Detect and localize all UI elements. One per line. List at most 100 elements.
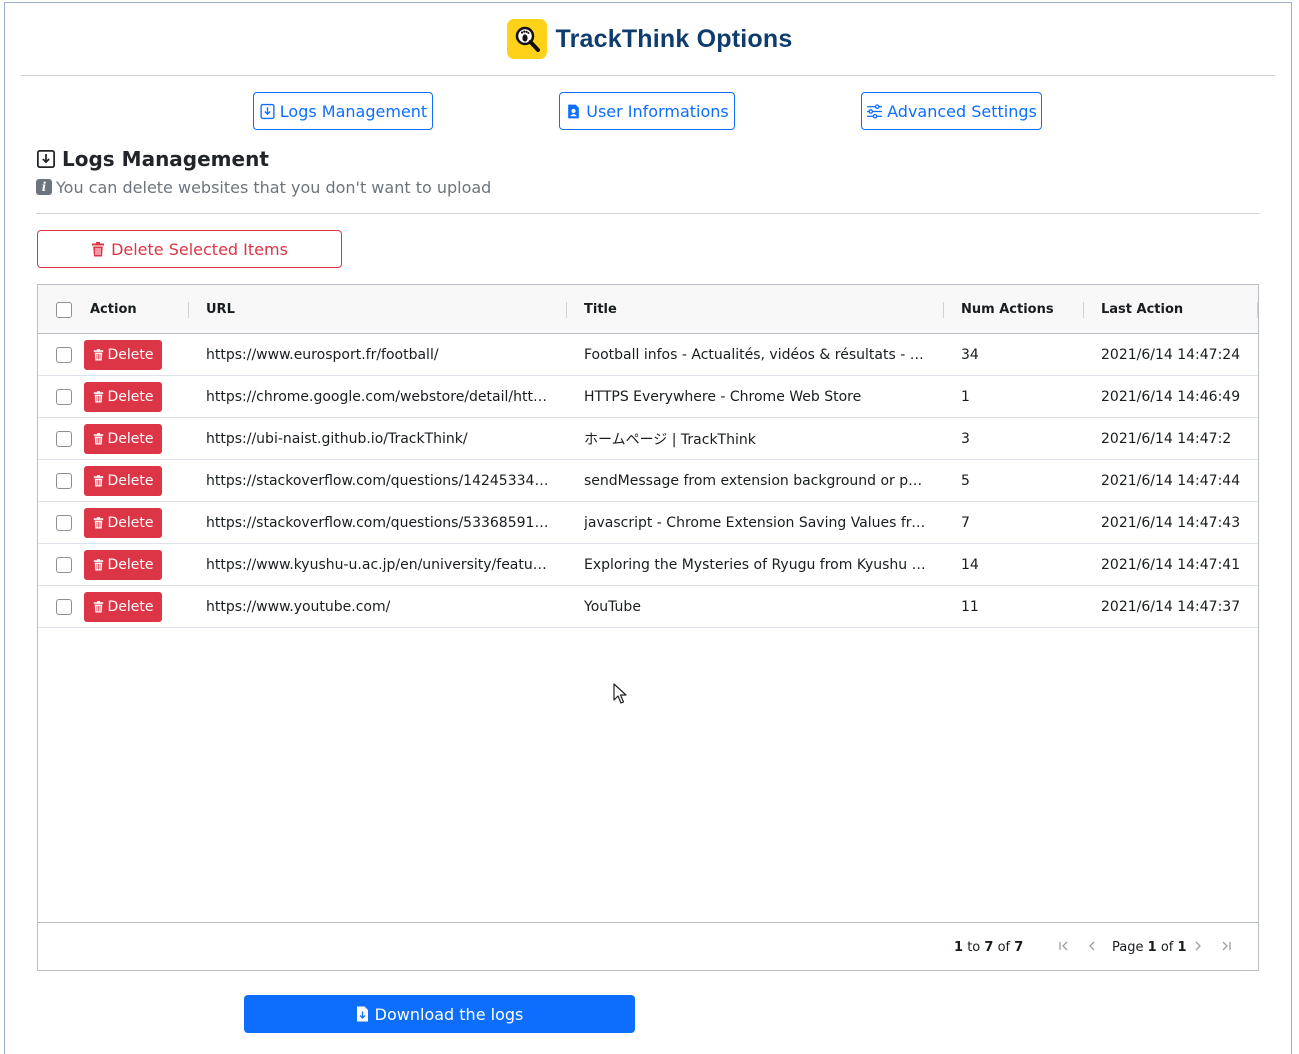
last-page-icon[interactable] [1219, 939, 1233, 953]
row-title: HTTPS Everywhere - Chrome Web Store [584, 388, 862, 405]
delete-row-label: Delete [107, 598, 154, 615]
column-header-url[interactable]: URL [206, 285, 235, 334]
row-last-action: 2021/6/14 14:47:24 [1101, 346, 1241, 363]
column-header-title[interactable]: Title [584, 285, 617, 334]
row-checkbox[interactable] [56, 502, 72, 543]
user-file-icon [568, 104, 580, 118]
row-checkbox[interactable] [56, 376, 72, 417]
row-num-actions: 14 [961, 556, 979, 573]
delete-selected-button[interactable]: Delete Selected Items [37, 230, 342, 268]
row-url: https://stackoverflow.com/questions/1424… [206, 472, 551, 489]
select-all-checkbox[interactable] [56, 285, 72, 334]
table-row[interactable]: Delete https://ubi-naist.github.io/TrackT… [38, 418, 1258, 460]
column-separator [566, 302, 567, 318]
row-count-summary: 1 to 7 of 7 [954, 940, 1024, 955]
row-url: https://stackoverflow.com/questions/5336… [206, 514, 551, 531]
row-num-actions: 5 [961, 472, 970, 489]
trash-icon [93, 432, 103, 444]
row-num-actions: 7 [961, 514, 970, 531]
column-separator [943, 302, 944, 318]
download-logs-label: Download the logs [374, 1004, 524, 1024]
user-informations-label: User Informations [586, 101, 729, 121]
delete-row-label: Delete [107, 388, 154, 405]
advanced-settings-button[interactable]: Advanced Settings [861, 92, 1042, 130]
section-title-text: Logs Management [62, 147, 269, 171]
download-file-icon [37, 150, 55, 168]
delete-row-button[interactable]: Delete [84, 549, 162, 580]
row-url: https://www.youtube.com/ [206, 598, 391, 615]
row-num-actions: 11 [961, 598, 979, 615]
download-file-icon [356, 1006, 368, 1022]
table-row[interactable]: Delete https://stackoverflow.com/question… [38, 502, 1258, 544]
column-header-last-action[interactable]: Last Action [1101, 285, 1183, 334]
row-checkbox[interactable] [56, 586, 72, 627]
row-num-actions: 3 [961, 430, 970, 447]
grid-pagination: 1 to 7 of 7 Page 1 of 1 [38, 922, 1258, 970]
row-url: https://www.kyushu-u.ac.jp/en/university… [206, 556, 551, 573]
row-last-action: 2021/6/14 14:47:37 [1101, 598, 1241, 615]
table-row[interactable]: Delete https://stackoverflow.com/question… [38, 460, 1258, 502]
row-last-action: 2021/6/14 14:47:2 [1101, 430, 1232, 447]
delete-selected-label: Delete Selected Items [111, 239, 288, 259]
page-indicator: Page 1 of 1 [1112, 940, 1187, 955]
row-last-action: 2021/6/14 14:47:44 [1101, 472, 1241, 489]
column-header-num-actions[interactable]: Num Actions [961, 285, 1054, 334]
section-subtitle: i You can delete websites that you don't… [36, 177, 491, 197]
delete-row-button[interactable]: Delete [84, 465, 162, 496]
section-divider [36, 213, 1259, 214]
table-row[interactable]: Delete https://chrome.google.com/webstore… [38, 376, 1258, 418]
row-url: https://www.eurosport.fr/football/ [206, 346, 439, 363]
header-divider [21, 75, 1275, 76]
row-checkbox[interactable] [56, 460, 72, 501]
row-title: ホームページ | TrackThink [584, 431, 756, 448]
delete-row-button[interactable]: Delete [84, 507, 162, 538]
row-num-actions: 34 [961, 346, 979, 363]
column-header-action[interactable]: Action [90, 285, 137, 334]
table-row[interactable]: Delete https://www.kyushu-u.ac.jp/en/univ… [38, 544, 1258, 586]
row-title: Football infos - Actualités, vidéos & ré… [584, 346, 929, 363]
row-url: https://chrome.google.com/webstore/detai… [206, 388, 551, 405]
row-title: YouTube [584, 598, 641, 615]
delete-row-button[interactable]: Delete [84, 339, 162, 370]
row-checkbox[interactable] [56, 418, 72, 459]
trash-icon [93, 348, 103, 360]
footprint-search-icon [506, 19, 547, 59]
row-title: Exploring the Mysteries of Ryugu from Ky… [584, 556, 929, 573]
user-informations-button[interactable]: User Informations [559, 92, 735, 130]
next-page-icon[interactable] [1191, 939, 1205, 953]
download-logs-button[interactable]: Download the logs [244, 995, 635, 1033]
row-last-action: 2021/6/14 14:47:41 [1101, 556, 1241, 573]
delete-row-button[interactable]: Delete [84, 423, 162, 454]
delete-row-button[interactable]: Delete [84, 381, 162, 412]
advanced-settings-label: Advanced Settings [887, 101, 1037, 121]
table-row[interactable]: Delete https://www.eurosport.fr/football/… [38, 334, 1258, 376]
logs-management-label: Logs Management [279, 101, 428, 121]
delete-row-label: Delete [107, 346, 154, 363]
trash-icon [93, 558, 103, 570]
logs-grid: Action URL Title Num Actions Last Action… [37, 284, 1259, 971]
trash-icon [93, 600, 103, 612]
mouse-cursor-icon [613, 683, 627, 704]
delete-row-label: Delete [107, 514, 154, 531]
section-title: Logs Management [36, 146, 269, 172]
row-num-actions: 1 [961, 388, 970, 405]
app-header: TrackThink Options [0, 16, 1299, 62]
column-separator [188, 302, 189, 318]
previous-page-icon[interactable] [1085, 939, 1099, 953]
row-checkbox[interactable] [56, 544, 72, 585]
sliders-icon [867, 103, 883, 119]
delete-row-button[interactable]: Delete [84, 591, 162, 622]
trash-icon [93, 474, 103, 486]
table-row[interactable]: Delete https://www.youtube.com/YouTube 11 2… [38, 586, 1258, 628]
column-separator [1257, 302, 1258, 318]
column-separator [1083, 302, 1084, 318]
row-last-action: 2021/6/14 14:47:43 [1101, 514, 1241, 531]
first-page-icon[interactable] [1057, 939, 1071, 953]
trash-icon [93, 390, 103, 402]
info-icon: i [36, 179, 52, 195]
logs-management-button[interactable]: Logs Management [253, 92, 433, 130]
delete-row-label: Delete [107, 430, 154, 447]
grid-header: Action URL Title Num Actions Last Action [38, 285, 1258, 334]
row-checkbox[interactable] [56, 334, 72, 375]
delete-row-label: Delete [107, 472, 154, 489]
